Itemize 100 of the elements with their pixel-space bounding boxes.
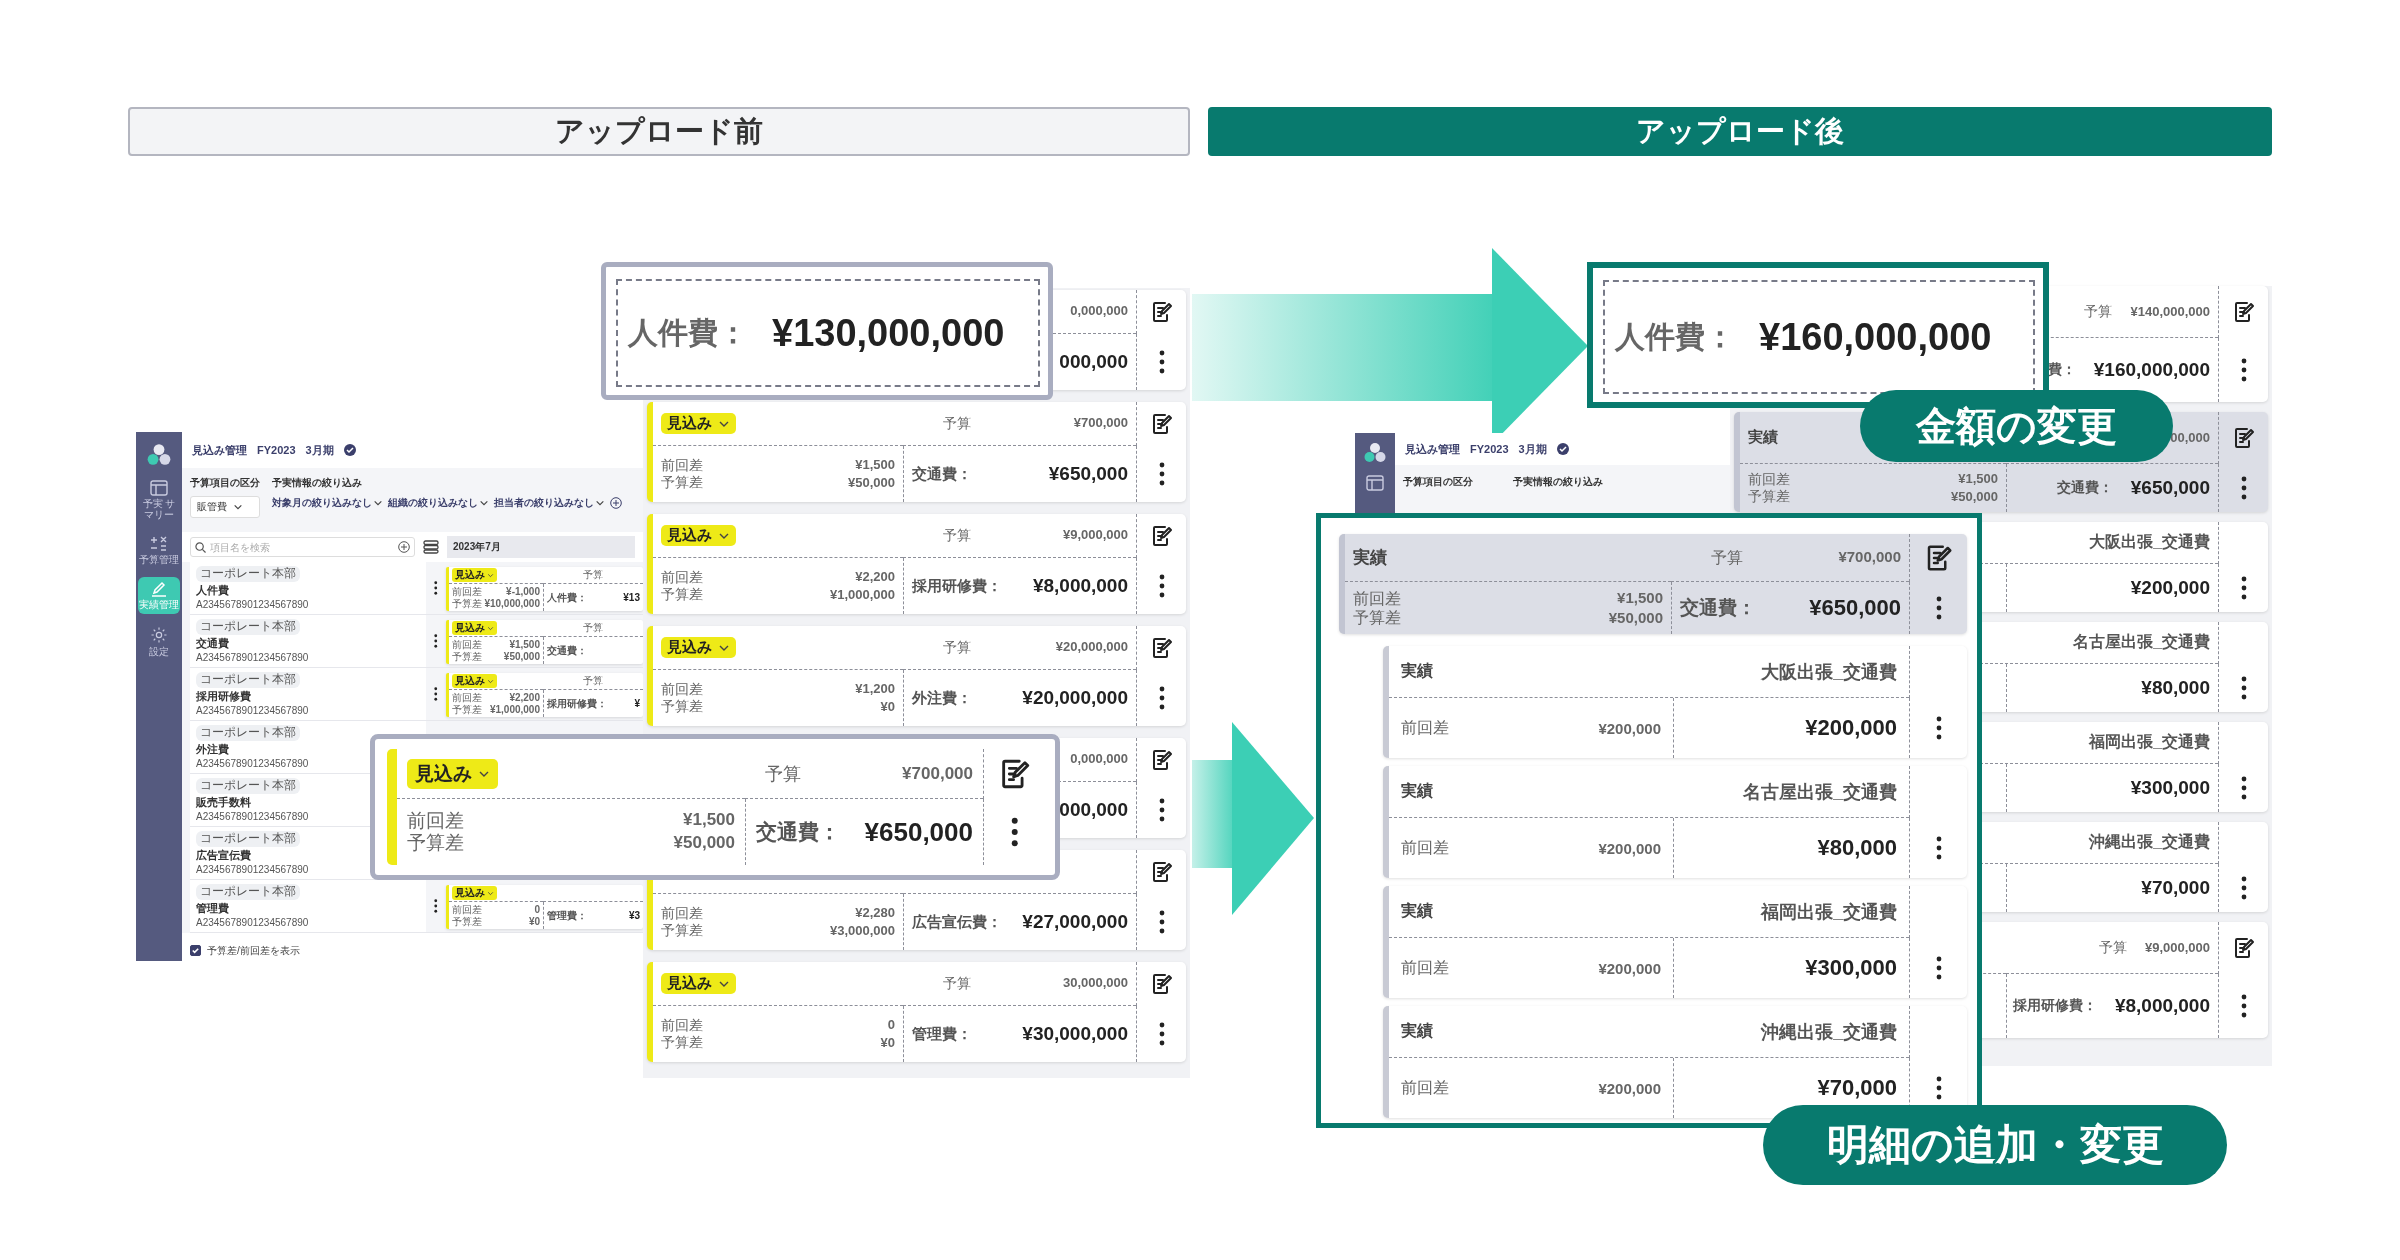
more-icon[interactable]: [434, 899, 438, 913]
status-dropdown[interactable]: 見込み: [452, 568, 497, 582]
more-icon[interactable]: [2240, 576, 2247, 600]
list-item[interactable]: コーポレート本部 管理費 A2345678901234567890: [190, 880, 426, 932]
more-icon[interactable]: [1158, 686, 1165, 710]
diff-value: ¥200,000: [1598, 839, 1661, 857]
chevron-icon: [487, 624, 494, 632]
more-icon[interactable]: [1935, 716, 1942, 740]
filter-dropdown[interactable]: 担当者の絞り込みなし: [494, 496, 605, 510]
amount-value: ¥70,000: [1817, 1075, 1897, 1101]
nav-item[interactable]: 設定: [138, 622, 180, 661]
more-icon[interactable]: [1935, 596, 1942, 620]
diff-value: ¥0: [528, 915, 540, 928]
diff-label: 前回差: [452, 638, 482, 651]
more-icon[interactable]: [1158, 462, 1165, 486]
status-label: 実績: [1401, 781, 1433, 801]
org-tag: コーポレート本部: [196, 725, 300, 741]
item-name: 名古屋出張_交通費: [2073, 632, 2210, 652]
more-icon[interactable]: [1935, 836, 1942, 860]
search-field[interactable]: 項目名を検索: [190, 537, 415, 557]
add-icon[interactable]: [610, 497, 622, 509]
amount-value: ¥650,000: [1048, 463, 1128, 485]
check-icon: [343, 444, 356, 456]
status-dropdown[interactable]: 見込み: [661, 525, 736, 546]
budget-value: 30,000,000: [1062, 974, 1128, 993]
status-dropdown[interactable]: 見込み: [452, 621, 497, 635]
budget-value: ¥140,000,000: [2130, 302, 2210, 321]
diff-label: 前回差: [661, 568, 703, 586]
more-icon[interactable]: [434, 581, 438, 595]
more-icon[interactable]: [1010, 817, 1019, 847]
diff-value: ¥10,000,000: [484, 597, 540, 610]
more-icon[interactable]: [434, 687, 438, 701]
category-dropdown[interactable]: 販管費: [190, 496, 260, 518]
more-icon[interactable]: [1935, 1076, 1942, 1100]
more-icon[interactable]: [434, 634, 438, 648]
more-icon[interactable]: [2240, 776, 2247, 800]
more-icon[interactable]: [1158, 574, 1165, 598]
item-name: 販売手数料: [196, 794, 252, 810]
diff-value: ¥1,200: [855, 679, 895, 698]
amount-value: 000,000: [1059, 799, 1128, 821]
status-dropdown[interactable]: 見込み: [452, 886, 497, 900]
checkbox[interactable]: [190, 945, 201, 956]
status-dropdown[interactable]: 見込み: [661, 973, 736, 994]
section-header: アップロード前: [128, 107, 1190, 156]
item-name: 大阪出張_交通費: [2089, 532, 2210, 552]
item-label: 採用研修費：: [912, 576, 1002, 596]
amount-value: ¥200,000: [1805, 715, 1897, 741]
more-icon[interactable]: [2240, 676, 2247, 700]
table-icon: [150, 480, 168, 496]
filter-dropdown[interactable]: 組織の絞り込みなし: [388, 496, 489, 510]
diff-label: 予算差: [452, 597, 482, 610]
diff-label: 前回差: [661, 456, 703, 474]
more-icon[interactable]: [1935, 956, 1942, 980]
logo-icon: [146, 442, 172, 468]
more-icon[interactable]: [1158, 798, 1165, 822]
item-label: 外注費：: [912, 688, 972, 708]
item-code: A2345678901234567890: [196, 863, 310, 875]
stack-icon[interactable]: [423, 540, 439, 554]
diff-label: 予算差: [452, 703, 482, 716]
nav-item[interactable]: 予算管理: [138, 532, 180, 569]
item-code: A2345678901234567890: [196, 598, 310, 610]
status-dropdown[interactable]: 見込み: [661, 637, 736, 658]
list-item[interactable]: コーポレート本部 採用研修費 A2345678901234567890: [190, 668, 426, 720]
more-icon[interactable]: [2240, 476, 2247, 500]
more-icon[interactable]: [1158, 910, 1165, 934]
status-dropdown[interactable]: 見込み: [452, 674, 497, 688]
more-icon[interactable]: [2240, 358, 2247, 382]
nav-item[interactable]: 予実 サマリー: [138, 476, 180, 524]
item-label: 交通費：: [756, 819, 840, 845]
status-dropdown[interactable]: 見込み: [407, 758, 498, 789]
amount-value: ¥27,000,000: [1022, 911, 1128, 933]
item-name: 名古屋出張_交通費: [1743, 780, 1897, 804]
org-tag: コーポレート本部: [196, 566, 300, 582]
amount-value: ¥80,000: [1817, 835, 1897, 861]
chevron-icon: [487, 889, 494, 897]
diff-value: ¥-1,000: [506, 585, 540, 598]
budget-label: 予算: [943, 638, 971, 657]
filter-dropdown[interactable]: 対象月の絞り込みなし: [272, 496, 383, 510]
budget-value: 0,000,000: [1070, 750, 1128, 769]
amount-value: ¥30,000,000: [1022, 1023, 1128, 1045]
amount-value: ¥3: [628, 909, 640, 922]
diff-value: ¥0: [880, 1034, 895, 1052]
more-icon[interactable]: [2240, 994, 2247, 1018]
amount-value: ¥130,000,000: [772, 311, 1005, 355]
settings-icon: [150, 626, 168, 644]
list-item[interactable]: コーポレート本部 交通費 A2345678901234567890: [190, 615, 426, 667]
status-dropdown[interactable]: 見込み: [661, 413, 736, 434]
diff-label: 前回差: [452, 691, 482, 704]
month-header: 2023年7月: [447, 536, 635, 558]
amount-value: ¥8,000,000: [1032, 575, 1128, 597]
budget-label: 予算: [943, 414, 971, 433]
more-icon[interactable]: [2240, 876, 2247, 900]
more-icon[interactable]: [1158, 1022, 1165, 1046]
item-name: 交通費: [196, 635, 230, 651]
more-icon[interactable]: [1158, 350, 1165, 374]
list-item[interactable]: コーポレート本部 人件費 A2345678901234567890: [190, 562, 426, 614]
add-icon[interactable]: [398, 541, 410, 553]
item-name: 沖縄出張_交通費: [2089, 832, 2210, 852]
search-icon: [195, 541, 206, 553]
amount-value: ¥650,000: [2130, 477, 2210, 499]
